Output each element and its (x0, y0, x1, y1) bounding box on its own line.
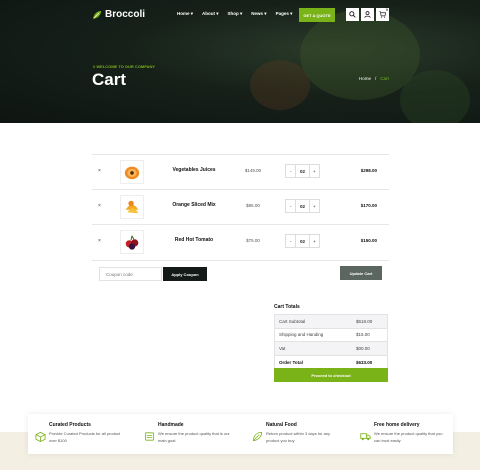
menu-item-shop[interactable]: Shop ▾ (228, 11, 243, 17)
cart-totals-table: Cart Subtotal $618.00 Shipping and Handi… (274, 314, 388, 370)
hero-vegetable-decor (400, 70, 470, 123)
product-price: $149.00 (244, 168, 262, 173)
user-icon (364, 11, 371, 18)
totals-row-vat: Vat $00.00 (275, 342, 387, 356)
feature-description: Return product within 3 days for any pro… (266, 431, 331, 443)
menu-item-home[interactable]: Home ▾ (177, 11, 193, 17)
proceed-to-checkout-button[interactable]: Proceed to checkout (274, 368, 388, 382)
qty-value[interactable]: 02 (295, 165, 310, 177)
feature-description: We ensure the product quality that you c… (374, 431, 443, 443)
welcome-tagline: // WELCOME TO OUR COMPANY (93, 64, 156, 69)
product-name[interactable]: Red Hot Tomato (162, 237, 226, 243)
qty-value[interactable]: 02 (295, 235, 310, 247)
cart-count-badge: 0 (386, 8, 388, 12)
product-name[interactable]: Vegetables Juices (162, 167, 226, 173)
qty-increase-button[interactable]: + (310, 165, 319, 177)
product-image (120, 230, 144, 254)
account-button[interactable] (361, 8, 374, 21)
cart-button[interactable]: 0 (376, 8, 389, 21)
cart-icon (379, 11, 386, 18)
search-icon (349, 11, 356, 18)
navbar: Broccoli Home ▾ About ▾ Shop ▾ News ▾ Pa… (0, 6, 480, 24)
get-a-quote-button[interactable]: GET A QUOTE (299, 8, 335, 22)
remove-item-button[interactable]: × (98, 203, 101, 209)
quantity-stepper: - 02 + (285, 199, 320, 213)
totals-row-subtotal: Cart Subtotal $618.00 (275, 315, 387, 329)
totals-row-shipping: Shipping and Handing $15.00 (275, 329, 387, 342)
coupon-code-input[interactable] (99, 267, 162, 281)
totals-label: Cart Subtotal (279, 318, 306, 324)
table-divider (92, 260, 389, 261)
qty-increase-button[interactable]: + (310, 200, 319, 212)
logo[interactable]: Broccoli (92, 9, 145, 20)
feature-title: Handmade (158, 422, 184, 428)
berries-image (125, 235, 139, 250)
qty-increase-button[interactable]: + (310, 235, 319, 247)
cart-row: × Red Hot Tomato $75.00 - 02 + $150.00 (92, 224, 389, 260)
totals-label: Vat (279, 345, 286, 351)
cart-totals-title: Cart Totals (274, 304, 300, 310)
page-title: Cart (92, 70, 127, 89)
product-image (120, 195, 144, 219)
cart-row: × Orange Sliced Mix $85.00 - 02 + $170.0… (92, 189, 389, 225)
hero-vegetable-decor (250, 60, 310, 110)
breadcrumb-home[interactable]: Home (359, 76, 371, 81)
main-menu: Home ▾ About ▾ Shop ▾ News ▾ Pages ▾ Con… (177, 11, 318, 17)
menu-item-pages[interactable]: Pages ▾ (276, 11, 293, 17)
breadcrumb-separator: / (375, 76, 377, 81)
totals-label: Order Total (279, 359, 303, 365)
search-button[interactable] (346, 8, 359, 21)
qty-decrease-button[interactable]: - (286, 235, 295, 247)
quantity-stepper: - 02 + (285, 164, 320, 178)
broccoli-leaf-icon (93, 10, 101, 19)
totals-value: $618.00 (356, 318, 373, 324)
cart-row: × Vegetables Juices $149.00 - 02 + $298.… (92, 154, 389, 190)
qty-value[interactable]: 02 (295, 200, 310, 212)
breadcrumb-current: Cart (380, 76, 389, 81)
update-cart-button[interactable]: Update Cart (340, 266, 382, 280)
totals-value: $15.00 (356, 332, 370, 338)
leaf-icon (252, 431, 263, 442)
hero-banner: Broccoli Home ▾ About ▾ Shop ▾ News ▾ Pa… (0, 0, 480, 123)
orange-slices-image (125, 200, 139, 214)
breadcrumb: Home / Cart (359, 76, 389, 81)
row-subtotal: $298.00 (360, 168, 377, 173)
feature-title: Curated Products (49, 422, 91, 428)
row-subtotal: $170.00 (360, 203, 377, 208)
apply-coupon-button[interactable]: Apply Coupon (163, 267, 207, 281)
product-name[interactable]: Orange Sliced Mix (162, 202, 226, 208)
box-icon (35, 431, 46, 442)
feature-title: Natural Food (266, 422, 297, 428)
remove-item-button[interactable]: × (98, 168, 101, 174)
logo-text: Broccoli (105, 9, 146, 20)
truck-icon (360, 433, 371, 441)
feature-title: Free home delivery (374, 422, 420, 428)
qty-decrease-button[interactable]: - (286, 200, 295, 212)
features-strip: Curated Products Provide Curated Product… (28, 414, 453, 454)
row-subtotal: $150.00 (360, 238, 377, 243)
feature-description: We ensure the product quality that is ou… (158, 431, 230, 443)
totals-value: $00.00 (356, 345, 370, 351)
feature-description: Provide Curated Products for all product… (49, 431, 121, 443)
totals-row-order-total: Order Total $633.00 (275, 356, 387, 370)
papaya-image (124, 166, 140, 180)
qty-decrease-button[interactable]: - (286, 165, 295, 177)
totals-label: Shipping and Handing (279, 332, 324, 338)
quantity-stepper: - 02 + (285, 234, 320, 248)
menu-item-news[interactable]: News ▾ (251, 11, 266, 17)
product-price: $85.00 (246, 203, 260, 208)
totals-value: $633.00 (356, 359, 373, 365)
handmade-icon (144, 432, 155, 441)
product-price: $75.00 (246, 238, 260, 243)
remove-item-button[interactable]: × (98, 238, 101, 244)
product-image (120, 160, 144, 184)
menu-item-about[interactable]: About ▾ (202, 11, 219, 17)
